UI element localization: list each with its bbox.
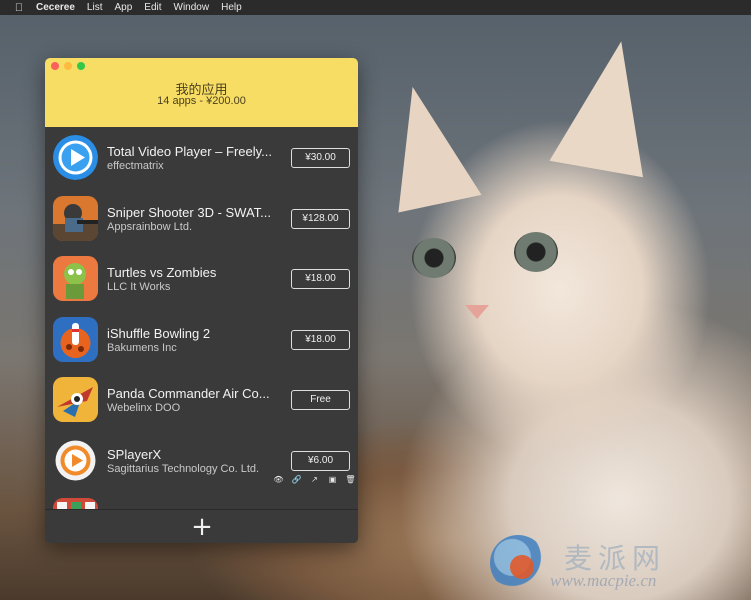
menu-bar:  Ceceree List App Edit Window Help bbox=[0, 0, 751, 15]
app-developer: Webelinx DOO bbox=[107, 402, 181, 414]
app-name: Sniper Shooter 3D - SWAT... bbox=[107, 204, 272, 220]
watermark: 麦派网 www.macpie.cn bbox=[490, 535, 730, 595]
app-developer: effectmatrix bbox=[107, 160, 164, 172]
price-button[interactable]: ¥18.00 bbox=[291, 329, 350, 350]
price-button[interactable]: Free bbox=[291, 390, 350, 410]
app-name: SPlayerX bbox=[107, 446, 162, 462]
kitten-nose bbox=[465, 305, 489, 319]
price-button[interactable]: ¥128.00 bbox=[291, 208, 350, 229]
row-action-bar: 👁 🔗 ↗ ▣ 🗑 bbox=[273, 475, 356, 484]
app-icon bbox=[53, 498, 98, 509]
price-button[interactable]: ¥6.00 bbox=[291, 450, 350, 471]
menu-help[interactable]: Help bbox=[221, 2, 242, 13]
kitten-ear bbox=[373, 77, 482, 213]
app-developer: Bakumens Inc bbox=[107, 341, 177, 354]
close-button[interactable] bbox=[51, 62, 59, 70]
eye-icon[interactable]: 👁 bbox=[273, 475, 284, 484]
menu-window[interactable]: Window bbox=[174, 2, 210, 13]
apple-logo-icon bbox=[510, 555, 534, 579]
play-circle-icon bbox=[53, 135, 98, 180]
app-name: Total Video Player – Freely... bbox=[107, 144, 272, 159]
app-window: 我的应用 14 apps - ¥200.00 Total Video Playe… bbox=[45, 58, 358, 543]
menu-edit[interactable]: Edit bbox=[144, 2, 161, 13]
menu-app-name[interactable]: Ceceree bbox=[36, 2, 75, 13]
window-footer: + bbox=[45, 509, 358, 543]
list-item[interactable]: iShuffle Bowling 2 Bakumens Inc ¥18.00 bbox=[45, 309, 358, 370]
watermark-url: www.macpie.cn bbox=[550, 571, 657, 590]
zoom-button[interactable] bbox=[77, 62, 85, 70]
app-name: Panda Commander Air Co... bbox=[107, 386, 270, 401]
add-button[interactable]: + bbox=[189, 514, 215, 540]
app-name: iShuffle Bowling 2 bbox=[107, 325, 211, 341]
zombie-game-icon bbox=[53, 256, 98, 301]
apple-icon[interactable]:  bbox=[12, 2, 26, 14]
kitten-eye bbox=[514, 232, 558, 272]
kitten-ear bbox=[549, 32, 666, 178]
sniper-game-icon bbox=[53, 195, 98, 241]
window-controls bbox=[51, 62, 90, 70]
list-summary: 14 apps - ¥200.00 bbox=[157, 95, 246, 107]
bowling-game-icon bbox=[53, 316, 98, 362]
list-item[interactable]: Panda Commander Air Co... Webelinx DOO F… bbox=[45, 369, 358, 430]
app-list: Total Video Player – Freely... effectmat… bbox=[45, 127, 358, 509]
app-developer: Sagittarius Technology Co. Ltd. bbox=[107, 462, 260, 475]
price-button[interactable]: ¥30.00 bbox=[291, 148, 350, 168]
minimize-button[interactable] bbox=[64, 62, 72, 70]
archive-icon[interactable]: ▣ bbox=[327, 475, 338, 484]
plane-game-icon bbox=[53, 377, 98, 422]
menu-app[interactable]: App bbox=[114, 2, 132, 13]
price-button[interactable]: ¥18.00 bbox=[291, 269, 350, 289]
external-link-icon[interactable]: ↗ bbox=[309, 475, 320, 484]
splayer-icon bbox=[53, 438, 98, 483]
app-developer: LLC It Works bbox=[107, 281, 171, 293]
link-icon[interactable]: 🔗 bbox=[291, 475, 302, 484]
list-item[interactable]: Total Video Player – Freely... effectmat… bbox=[45, 127, 358, 188]
list-item[interactable]: Turtles vs Zombies LLC It Works ¥18.00 bbox=[45, 248, 358, 309]
kitten-eye bbox=[412, 238, 456, 278]
list-item[interactable]: Sniper Shooter 3D - SWAT... Appsrainbow … bbox=[45, 188, 358, 249]
menu-list[interactable]: List bbox=[87, 2, 103, 13]
trash-icon[interactable]: 🗑 bbox=[345, 475, 356, 484]
app-name: Turtles vs Zombies bbox=[107, 265, 217, 280]
app-developer: Appsrainbow Ltd. bbox=[107, 220, 192, 233]
list-item[interactable] bbox=[45, 490, 358, 509]
window-header: 我的应用 14 apps - ¥200.00 bbox=[45, 58, 358, 127]
